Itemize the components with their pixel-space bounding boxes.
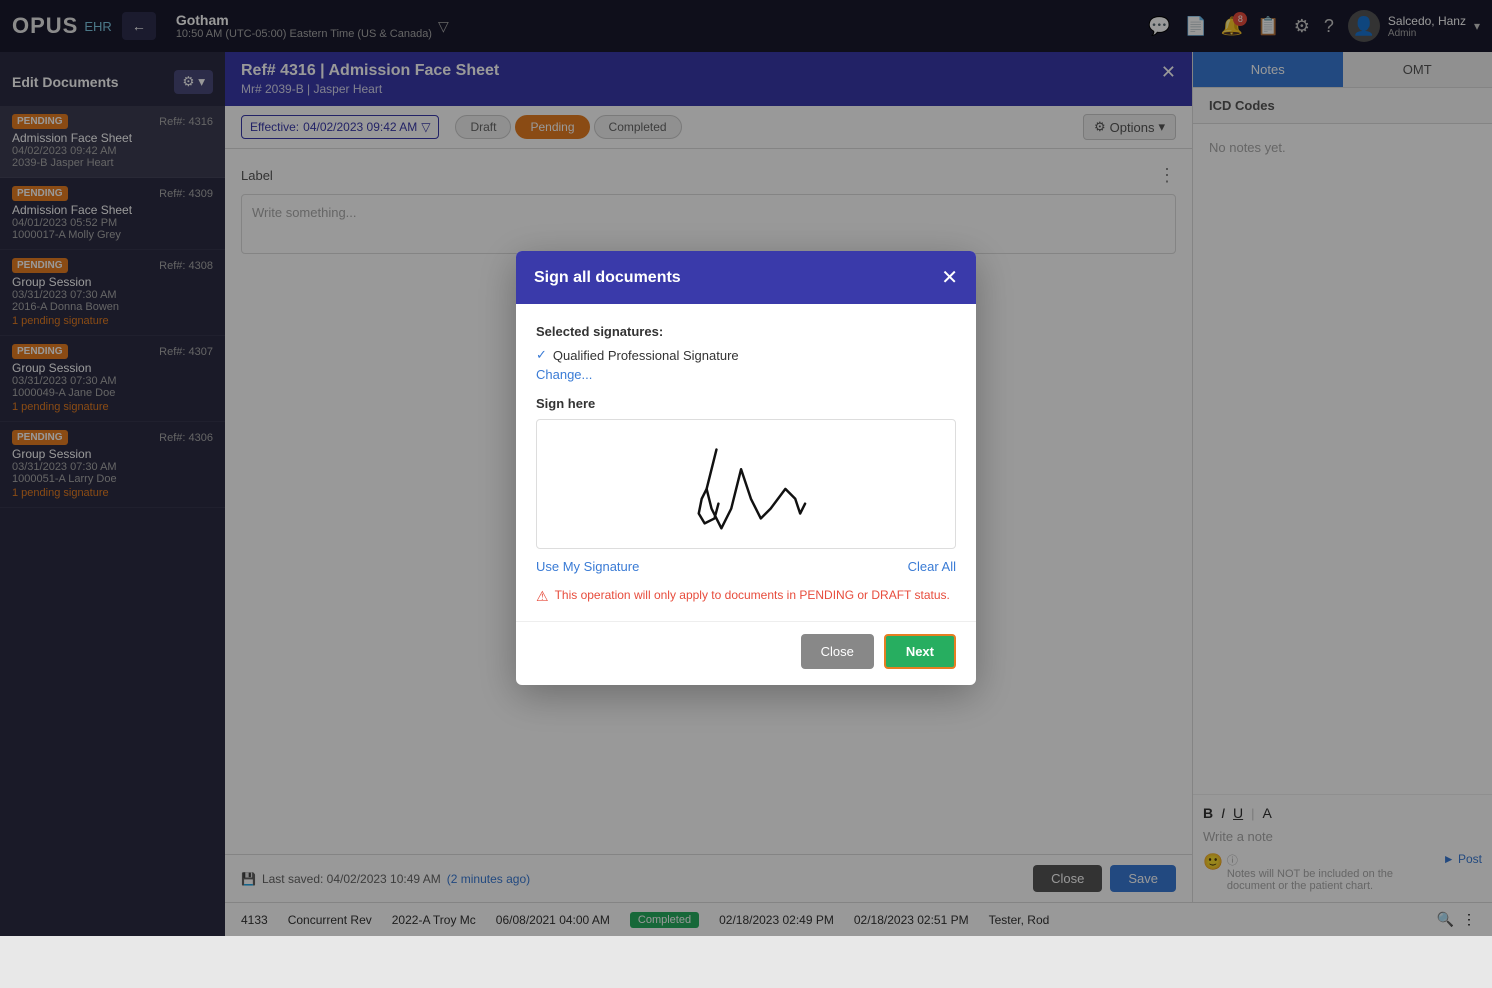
sign-all-modal: Sign all documents ✕ Selected signatures… [516, 251, 976, 685]
modal-next-button[interactable]: Next [884, 634, 956, 669]
modal-close-x-button[interactable]: ✕ [941, 265, 958, 290]
use-my-signature-link[interactable]: Use My Signature [536, 559, 639, 574]
modal-title: Sign all documents [534, 269, 681, 287]
modal-body: Selected signatures: ✓ Qualified Profess… [516, 304, 976, 621]
modal-footer: Close Next [516, 621, 976, 685]
change-link[interactable]: Change... [536, 367, 956, 382]
modal-header: Sign all documents ✕ [516, 251, 976, 304]
warning-icon: ⚠ [536, 588, 549, 605]
warning-message: ⚠ This operation will only apply to docu… [536, 588, 956, 605]
checkmark-icon: ✓ [536, 347, 547, 363]
modal-close-button[interactable]: Close [801, 634, 874, 669]
modal-overlay: Sign all documents ✕ Selected signatures… [0, 0, 1492, 936]
sign-here-label: Sign here [536, 396, 956, 411]
selected-sigs-label: Selected signatures: [536, 324, 956, 339]
signature-box[interactable] [536, 419, 956, 549]
signature-canvas[interactable] [537, 420, 955, 548]
sig-actions: Use My Signature Clear All [536, 559, 956, 574]
sig-name: Qualified Professional Signature [553, 348, 739, 363]
clear-all-link[interactable]: Clear All [908, 559, 956, 574]
warning-text: This operation will only apply to docume… [555, 588, 950, 602]
sig-item: ✓ Qualified Professional Signature [536, 347, 956, 363]
